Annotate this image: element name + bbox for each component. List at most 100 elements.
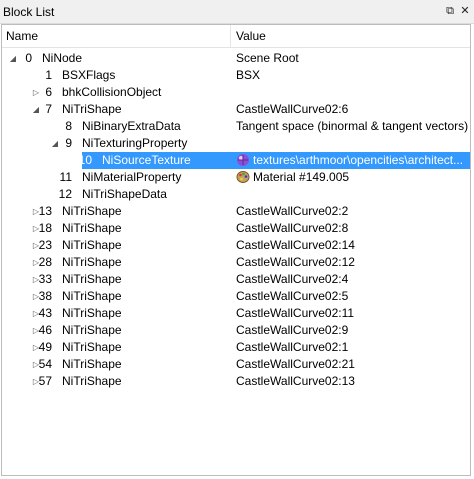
tree-row[interactable]: 1 BSXFlags BSX xyxy=(2,67,470,84)
block-index: 38 xyxy=(38,289,52,303)
block-index: 54 xyxy=(38,357,52,371)
block-value: CastleWallCurve02:6 xyxy=(236,101,348,118)
block-name: NiTriShape xyxy=(62,289,122,303)
block-index: 57 xyxy=(38,374,52,388)
block-value-text: Material #149.005 xyxy=(253,170,350,184)
tree-row[interactable]: ▷ 18 NiTriShape CastleWallCurve02:8 xyxy=(2,220,470,237)
block-name: NiTriShape xyxy=(62,374,122,388)
block-value-text: CastleWallCurve02:9 xyxy=(236,323,349,337)
tree-row[interactable]: ▷ 28 NiTriShape CastleWallCurve02:12 xyxy=(2,254,470,271)
block-value-text: Tangent space (binormal & tangent vector… xyxy=(236,119,469,133)
tree-row[interactable]: ▷ 49 NiTriShape CastleWallCurve02:1 xyxy=(2,339,470,356)
block-name: NiBinaryExtraData xyxy=(82,119,181,133)
tree-row[interactable]: 11 NiMaterialProperty Material #149.005 xyxy=(2,169,470,186)
block-index: 13 xyxy=(38,204,52,218)
block-index: 11 xyxy=(59,170,72,184)
block-value: textures\arthmoor\opencities\architect..… xyxy=(236,152,463,169)
block-name: NiTriShape xyxy=(62,102,122,116)
block-index: 23 xyxy=(38,238,52,252)
block-value-text: CastleWallCurve02:1 xyxy=(236,340,349,354)
column-header-name[interactable]: Name xyxy=(6,29,38,43)
block-value-text: CastleWallCurve02:6 xyxy=(236,102,349,116)
block-index: 12 xyxy=(58,187,72,201)
block-value: CastleWallCurve02:13 xyxy=(236,373,355,390)
block-name: NiMaterialProperty xyxy=(82,170,182,184)
close-icon[interactable]: ✕ xyxy=(457,3,473,19)
block-name: NiNode xyxy=(42,51,83,65)
tree-row[interactable]: ◢ 7 NiTriShape CastleWallCurve02:6 xyxy=(2,101,470,118)
float-icon[interactable]: ⧉ xyxy=(442,3,458,19)
block-index: 18 xyxy=(38,221,52,235)
block-index: 49 xyxy=(38,340,52,354)
block-value-text: CastleWallCurve02:13 xyxy=(236,374,355,388)
column-separator[interactable] xyxy=(230,25,231,47)
block-name: NiTriShape xyxy=(62,255,122,269)
tree-row[interactable]: ▷ 6 bhkCollisionObject xyxy=(2,84,470,101)
block-name: NiTriShape xyxy=(62,340,122,354)
tree-row[interactable]: ▷ 13 NiTriShape CastleWallCurve02:2 xyxy=(2,203,470,220)
block-value-text: CastleWallCurve02:11 xyxy=(236,306,355,320)
block-value-text: CastleWallCurve02:21 xyxy=(236,357,355,371)
block-index: 46 xyxy=(38,323,52,337)
block-value: CastleWallCurve02:21 xyxy=(236,356,355,373)
block-index: 9 xyxy=(65,136,72,150)
block-list-titlebar: Block List ⧉ ✕ xyxy=(0,0,474,24)
block-value: CastleWallCurve02:2 xyxy=(236,203,348,220)
block-name: NiTriShape xyxy=(62,306,122,320)
block-index: 7 xyxy=(45,102,52,116)
block-name: NiTriShapeData xyxy=(82,187,167,201)
block-value: CastleWallCurve02:8 xyxy=(236,220,348,237)
block-value: Material #149.005 xyxy=(236,169,349,186)
tree-header: Name Value xyxy=(2,25,470,48)
tree-row[interactable]: ▷ 46 NiTriShape CastleWallCurve02:9 xyxy=(2,322,470,339)
tree-row[interactable]: ▷ 57 NiTriShape CastleWallCurve02:13 xyxy=(2,373,470,390)
tree-row[interactable]: ▷ 54 NiTriShape CastleWallCurve02:21 xyxy=(2,356,470,373)
tree-row[interactable]: ▷ 38 NiTriShape CastleWallCurve02:5 xyxy=(2,288,470,305)
block-name: bhkCollisionObject xyxy=(62,85,162,99)
block-value: CastleWallCurve02:9 xyxy=(236,322,348,339)
tree-row[interactable]: ◢ 0 NiNode Scene Root xyxy=(2,50,470,67)
block-name: NiTriShape xyxy=(62,272,122,286)
tree-row[interactable]: ▷ 43 NiTriShape CastleWallCurve02:11 xyxy=(2,305,470,322)
block-name: BSXFlags xyxy=(62,68,116,82)
block-index: 10 xyxy=(78,153,92,167)
tree-row[interactable]: 10 NiSourceTexture textures\arthmoor\openc… xyxy=(2,152,470,169)
block-index: 33 xyxy=(38,272,52,286)
block-value-text: CastleWallCurve02:8 xyxy=(236,221,349,235)
block-value-text: CastleWallCurve02:5 xyxy=(236,289,349,303)
block-value: BSX xyxy=(236,67,260,84)
block-name: NiTriShape xyxy=(62,357,122,371)
window-title: Block List xyxy=(3,5,55,19)
block-value-text: textures\arthmoor\opencities\architect..… xyxy=(253,153,464,167)
tree-row[interactable]: 12 NiTriShapeData xyxy=(2,186,470,203)
block-index: 43 xyxy=(38,306,52,320)
column-header-value[interactable]: Value xyxy=(236,29,266,43)
block-value: Tangent space (binormal & tangent vector… xyxy=(236,118,468,135)
block-name: NiTriShape xyxy=(62,221,122,235)
block-index: 28 xyxy=(38,255,52,269)
block-index: 6 xyxy=(45,85,52,99)
tree-row[interactable]: ▷ 23 NiTriShape CastleWallCurve02:14 xyxy=(2,237,470,254)
block-index: 1 xyxy=(45,68,52,82)
block-tree-panel: Name Value ◢ 0 NiNode Scene Root 1 BSXFlags BS… xyxy=(1,24,471,476)
block-name: NiSourceTexture xyxy=(102,153,191,167)
block-name: NiTexturingProperty xyxy=(82,136,188,150)
block-value: CastleWallCurve02:5 xyxy=(236,288,348,305)
block-value-text: Scene Root xyxy=(236,51,299,65)
block-value: CastleWallCurve02:14 xyxy=(236,237,355,254)
block-name: NiTriShape xyxy=(62,323,122,337)
tree-row[interactable]: 8 NiBinaryExtraData Tangent space (binorma… xyxy=(2,118,470,135)
block-value-text: CastleWallCurve02:4 xyxy=(236,272,349,286)
tree-rows: ◢ 0 NiNode Scene Root 1 BSXFlags BSX ▷ 6 bhkColli… xyxy=(2,50,470,390)
block-name: NiTriShape xyxy=(62,238,122,252)
material-palette-icon xyxy=(236,170,250,184)
block-name: NiTriShape xyxy=(62,204,122,218)
block-value-text: CastleWallCurve02:12 xyxy=(236,255,355,269)
block-value-text: BSX xyxy=(236,68,261,82)
block-index: 0 xyxy=(25,51,32,65)
texture-icon xyxy=(236,153,250,167)
block-value: CastleWallCurve02:12 xyxy=(236,254,355,271)
tree-row[interactable]: ▷ 33 NiTriShape CastleWallCurve02:4 xyxy=(2,271,470,288)
block-value: CastleWallCurve02:11 xyxy=(236,305,354,322)
tree-row[interactable]: ◢ 9 NiTexturingProperty xyxy=(2,135,470,152)
